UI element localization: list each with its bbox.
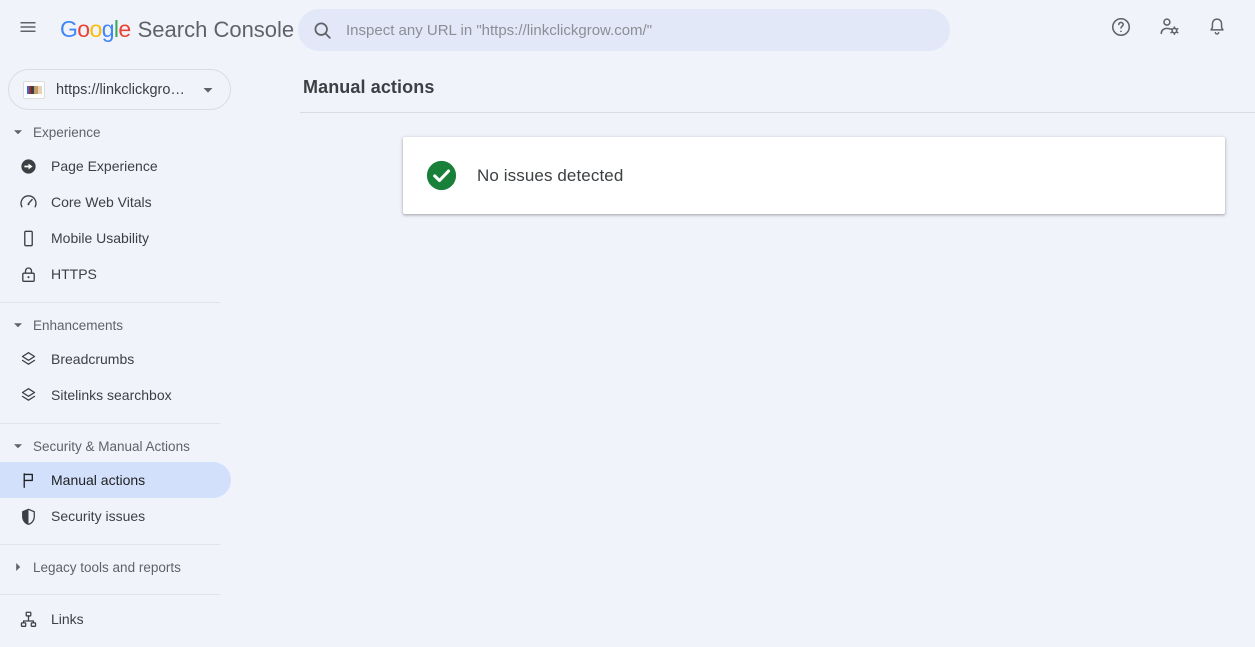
page-title: Manual actions <box>303 77 435 97</box>
account-tree-icon <box>14 610 42 629</box>
search-input[interactable] <box>346 10 926 50</box>
caret-right-icon <box>10 562 26 572</box>
person-gear-icon <box>1158 15 1181 41</box>
nav-section-enhancements: Enhancements Breadcrumbs Sitelinks searc… <box>0 309 240 413</box>
sidebar-divider-4 <box>0 594 220 595</box>
page-experience-icon <box>14 157 42 176</box>
sidebar-item-label: Core Web Vitals <box>51 194 152 210</box>
sidebar-item-links[interactable]: Links <box>0 601 231 637</box>
search-icon <box>298 20 346 41</box>
sidebar-item-sitelinks-searchbox[interactable]: Sitelinks searchbox <box>0 377 231 413</box>
product-name: Search Console <box>137 17 295 42</box>
shield-icon <box>14 507 42 526</box>
sidebar-item-label: Mobile Usability <box>51 230 150 246</box>
section-title: Enhancements <box>33 317 124 333</box>
sidebar-item-legacy-tools[interactable]: Legacy tools and reports <box>0 550 240 584</box>
chevron-down-icon <box>202 84 214 96</box>
sidebar-item-https[interactable]: HTTPS <box>0 256 231 292</box>
sidebar-divider-3 <box>0 544 220 545</box>
help-circle-icon <box>1110 16 1132 41</box>
sidebar-item-label: Breadcrumbs <box>51 351 135 367</box>
top-bar-actions <box>1099 6 1239 50</box>
brand-logo[interactable]: Google Search Console <box>60 16 294 43</box>
sidebar-item-label: Legacy tools and reports <box>33 559 181 575</box>
main-content-area: Manual actions No issues detected <box>240 59 1255 647</box>
url-inspection-search-bar[interactable] <box>298 9 950 51</box>
property-label: https://linkclickgro… <box>56 81 185 98</box>
nav-section-security-manual-actions: Security & Manual Actions Manual actions… <box>0 430 240 534</box>
title-divider <box>300 112 1255 113</box>
check-circle-icon <box>424 158 459 193</box>
sidebar-item-label: Security issues <box>51 508 146 524</box>
notifications-button[interactable] <box>1195 6 1239 50</box>
sidebar-navigation: https://linkclickgro… Experience Page Ex… <box>0 59 240 647</box>
sidebar-item-label: Manual actions <box>51 472 146 488</box>
sidebar-divider-2 <box>0 423 220 424</box>
section-header-security[interactable]: Security & Manual Actions <box>0 430 240 462</box>
sidebar-item-label: Page Experience <box>51 158 158 174</box>
section-title: Security & Manual Actions <box>33 438 190 454</box>
google-wordmark: Google <box>60 16 131 42</box>
caret-down-icon <box>10 127 26 137</box>
account-settings-button[interactable] <box>1147 6 1191 50</box>
site-favicon-icon <box>23 80 45 99</box>
sidebar-item-security-issues[interactable]: Security issues <box>0 498 231 534</box>
hamburger-menu-icon <box>18 17 38 42</box>
sidebar-item-page-experience[interactable]: Page Experience <box>0 148 231 184</box>
section-header-enhancements[interactable]: Enhancements <box>0 309 240 341</box>
sidebar-item-core-web-vitals[interactable]: Core Web Vitals <box>0 184 231 220</box>
status-message: No issues detected <box>477 165 624 185</box>
mobile-phone-icon <box>14 229 42 248</box>
layers-icon <box>14 386 42 405</box>
sidebar-item-manual-actions[interactable]: Manual actions <box>0 462 231 498</box>
lock-icon <box>14 265 42 284</box>
status-card: No issues detected <box>403 137 1225 214</box>
layers-icon <box>14 350 42 369</box>
sidebar-item-label: Links <box>51 611 84 627</box>
bell-icon <box>1206 16 1228 41</box>
section-header-experience[interactable]: Experience <box>0 116 240 148</box>
sidebar-item-mobile-usability[interactable]: Mobile Usability <box>0 220 231 256</box>
sidebar-item-breadcrumbs[interactable]: Breadcrumbs <box>0 341 231 377</box>
nav-section-experience: Experience Page Experience Core Web Vita… <box>0 116 240 292</box>
top-app-bar: Google Search Console <box>0 0 1255 59</box>
help-button[interactable] <box>1099 6 1143 50</box>
flag-icon <box>14 471 42 490</box>
section-title: Experience <box>33 124 101 140</box>
hamburger-menu-button[interactable] <box>4 6 52 54</box>
sidebar-divider-1 <box>0 302 220 303</box>
caret-down-icon <box>10 320 26 330</box>
speedometer-icon <box>14 193 42 212</box>
sidebar-item-label: Sitelinks searchbox <box>51 387 172 403</box>
caret-down-icon <box>10 441 26 451</box>
sidebar-item-label: HTTPS <box>51 266 97 282</box>
property-selector[interactable]: https://linkclickgro… <box>8 69 231 110</box>
